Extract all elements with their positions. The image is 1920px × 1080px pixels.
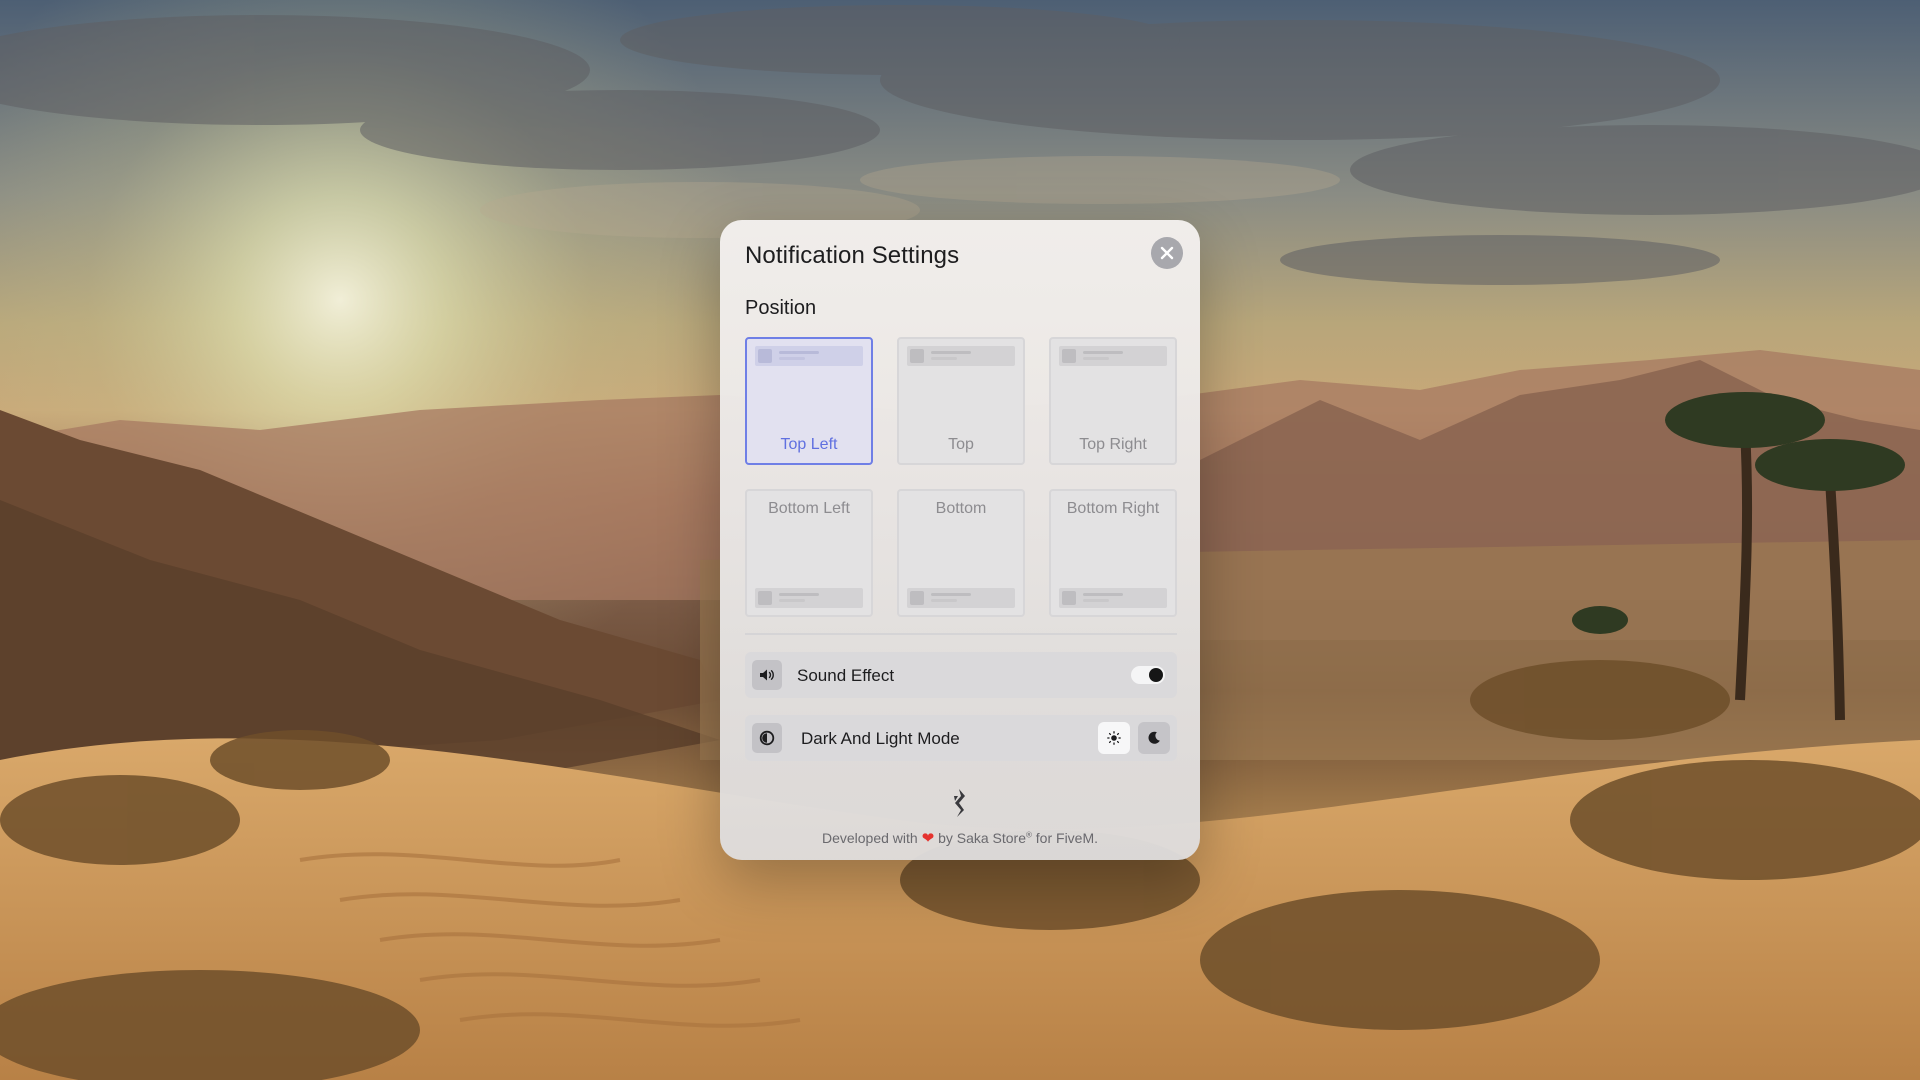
notification-preview — [1059, 588, 1167, 608]
light-mode-button[interactable] — [1098, 722, 1130, 754]
speaker-icon — [752, 660, 782, 690]
position-option-top[interactable]: Top — [897, 337, 1025, 465]
footer-credit: Developed with ❤ by Saka Store® for Five… — [720, 829, 1200, 847]
position-option-label: Top Left — [780, 436, 838, 453]
position-option-bottom[interactable]: Bottom — [897, 489, 1025, 617]
dark-mode-button[interactable] — [1138, 722, 1170, 754]
dark-light-mode-label: Dark And Light Mode — [801, 729, 960, 748]
close-icon — [1160, 246, 1174, 260]
contrast-icon — [752, 723, 782, 753]
position-option-top-left[interactable]: Top Left — [745, 337, 873, 465]
sound-effect-row: Sound Effect — [745, 652, 1177, 698]
notification-preview — [755, 588, 863, 608]
position-option-label: Bottom — [935, 500, 987, 517]
position-option-label: Top — [948, 436, 974, 453]
position-label: Position — [745, 297, 817, 319]
position-option-label: Bottom Left — [768, 500, 850, 517]
notification-settings-panel: Notification Settings Position Top Left … — [720, 220, 1200, 860]
close-button[interactable] — [1151, 237, 1183, 269]
position-option-top-right[interactable]: Top Right — [1049, 337, 1177, 465]
position-grid: Top Left Top Top Right Bottom Left Botto… — [745, 337, 1177, 617]
position-option-label: Bottom Right — [1066, 500, 1160, 517]
position-option-bottom-left[interactable]: Bottom Left — [745, 489, 873, 617]
sun-icon — [1107, 731, 1121, 745]
position-option-label: Top Right — [1079, 436, 1147, 453]
saka-logo-icon — [954, 789, 965, 817]
notification-preview — [755, 346, 863, 366]
moon-icon — [1148, 731, 1160, 744]
position-option-bottom-right[interactable]: Bottom Right — [1049, 489, 1177, 617]
footer-suffix: for FiveM. — [1035, 830, 1099, 846]
section-divider — [745, 633, 1177, 635]
sound-effect-label: Sound Effect — [797, 666, 895, 685]
registered-mark: ® — [1026, 830, 1032, 840]
panel-title: Notification Settings — [745, 242, 960, 269]
sound-effect-toggle[interactable] — [1131, 666, 1165, 684]
footer-prefix: Developed with — [821, 830, 918, 846]
dark-light-mode-row: Dark And Light Mode — [745, 715, 1177, 761]
heart-icon: ❤ — [921, 830, 935, 847]
notification-preview — [907, 346, 1015, 366]
footer-by: by Saka Store — [938, 830, 1026, 846]
notification-preview — [1059, 346, 1167, 366]
toggle-knob — [1149, 668, 1163, 682]
notification-preview — [907, 588, 1015, 608]
